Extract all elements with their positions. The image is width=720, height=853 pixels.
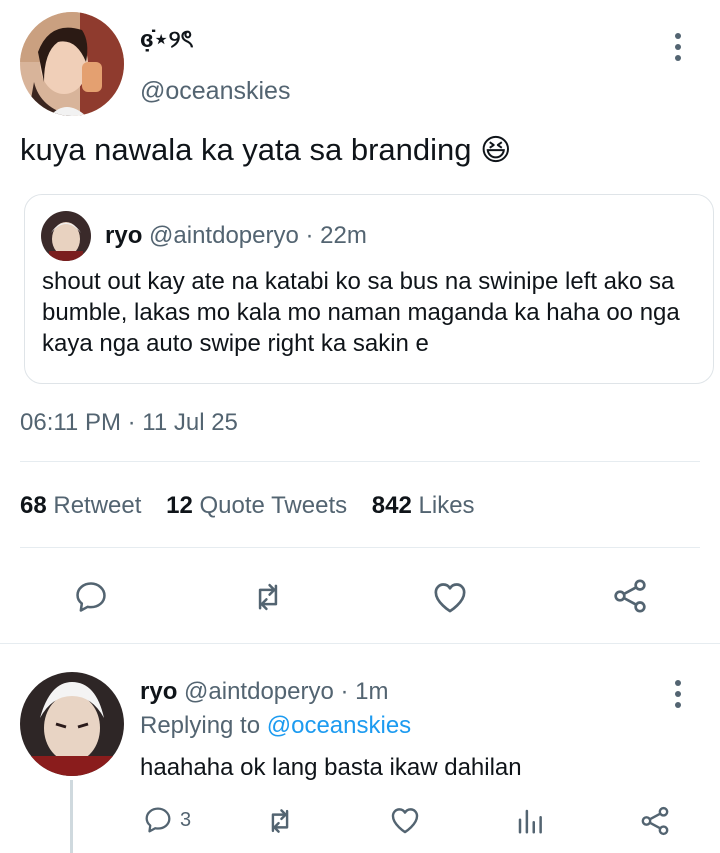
replying-to: Replying to @oceanskies <box>140 710 411 742</box>
quoted-author-avatar <box>41 211 91 261</box>
reply-thread-line <box>70 780 73 853</box>
reply-reply-icon[interactable]: 3 <box>142 804 191 836</box>
quoted-author-handle[interactable]: @aintdoperyo <box>149 222 299 249</box>
retweet-icon[interactable] <box>248 578 288 616</box>
retweets-label: Retweet <box>53 492 142 519</box>
reply-separator: · <box>340 678 349 705</box>
reply-text: haahaha ok lang basta ikaw dahilan <box>140 754 522 781</box>
tweet-text-body: kuya nawala ka yata sa branding <box>20 132 472 167</box>
quoted-time: 22m <box>320 222 367 249</box>
reply-share-icon[interactable] <box>638 804 672 838</box>
quoted-separator: · <box>305 222 314 249</box>
share-icon[interactable] <box>610 576 650 616</box>
quoted-text: shout out kay ate na katabi ko sa bus na… <box>42 268 680 357</box>
reply-like-icon[interactable] <box>388 803 422 837</box>
retweets-count: 68 <box>20 492 47 519</box>
reply-time: 1m <box>355 678 389 705</box>
stats-row: 68 Retweet 12 Quote Tweets 842 Likes <box>20 490 475 522</box>
retweets-stat[interactable]: 68 Retweet <box>20 492 148 519</box>
reply-author-avatar[interactable] <box>20 672 124 776</box>
author-name[interactable]: ɞ̣̇⋆୨ৎ <box>140 24 193 56</box>
reply-author-name[interactable]: ryo <box>140 678 177 705</box>
likes-stat[interactable]: 842 Likes <box>372 492 475 519</box>
quotes-label: Quote Tweets <box>199 492 348 519</box>
like-icon[interactable] <box>430 577 470 617</box>
laughing-emoji-icon: 😆 <box>480 133 512 168</box>
reply-author-handle[interactable]: @aintdoperyo <box>184 678 334 705</box>
divider-top <box>20 461 700 462</box>
author-avatar[interactable] <box>20 12 124 116</box>
reply-header: ryo @aintdoperyo · 1m <box>140 676 389 708</box>
quoted-header: ryo @aintdoperyo · 22m <box>105 220 367 252</box>
likes-count: 842 <box>371 492 412 519</box>
section-separator <box>0 643 720 644</box>
quotes-count: 12 <box>166 492 193 519</box>
reply-analytics-icon[interactable] <box>515 806 545 836</box>
divider-middle <box>20 547 700 548</box>
more-options-icon[interactable] <box>675 33 681 61</box>
reply-reply-count: 3 <box>180 808 192 831</box>
reply-more-options-icon[interactable] <box>675 680 681 708</box>
replying-to-handle[interactable]: @oceanskies <box>267 712 411 739</box>
reply-icon[interactable] <box>72 578 110 616</box>
tweet-timestamp[interactable]: 06:11 PM · 11 Jul 25 <box>20 407 238 439</box>
replying-to-label: Replying to <box>140 712 261 739</box>
author-handle[interactable]: @oceanskies <box>140 75 290 107</box>
quotes-stat[interactable]: 12 Quote Tweets <box>166 492 354 519</box>
reply-retweet-icon[interactable] <box>262 804 298 838</box>
quoted-author-name[interactable]: ryo <box>105 222 142 249</box>
tweet-text: kuya nawala ka yata sa branding 😆 <box>20 128 511 173</box>
likes-label: Likes <box>418 492 475 519</box>
